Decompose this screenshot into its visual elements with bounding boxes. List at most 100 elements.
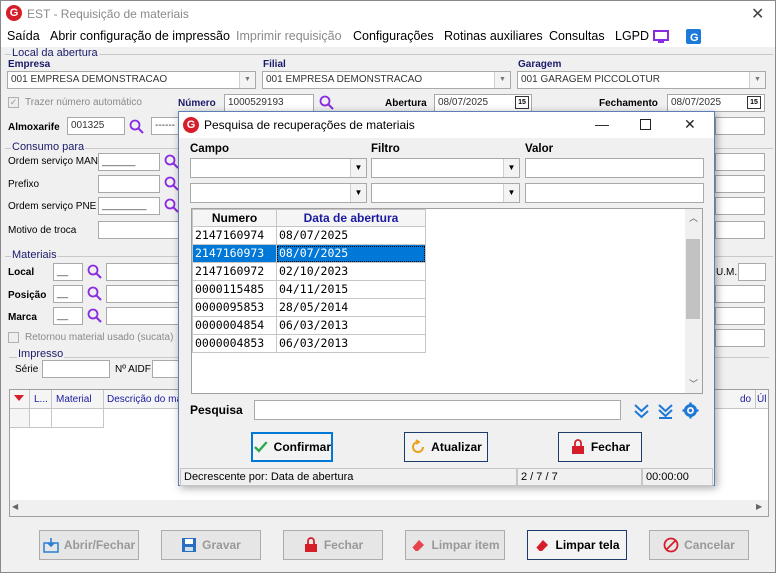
search-icon[interactable] (319, 95, 335, 111)
col-descricao[interactable]: Descrição do mat (107, 394, 185, 405)
campo-select-1[interactable]: ▼ (190, 158, 367, 178)
col-local[interactable]: L... (34, 394, 48, 405)
result-numero-cell[interactable]: 0000115485 (192, 281, 277, 299)
gear-icon[interactable] (682, 402, 699, 419)
menu-abrir-config-impressao[interactable]: Abrir configuração de impressão (50, 29, 230, 43)
consumo-extra-field-2 (715, 175, 765, 193)
table-cell[interactable] (52, 409, 104, 428)
filtro-select-1[interactable]: ▼ (371, 158, 520, 178)
menu-configuracoes[interactable]: Configurações (353, 29, 434, 43)
menu-saida[interactable]: Saída (7, 29, 40, 43)
filial-select[interactable]: 001 EMPRESA DEMONSTRACAO ▼ (262, 71, 511, 89)
result-data-cell[interactable]: 02/10/2023 (276, 263, 426, 281)
result-data-cell[interactable]: 08/07/2025 (276, 245, 426, 263)
search-icon[interactable] (87, 264, 103, 280)
expand-all-icon[interactable] (657, 403, 674, 419)
search-icon[interactable] (87, 308, 103, 324)
chevron-down-icon: ▼ (503, 159, 519, 177)
empresa-select[interactable]: 001 EMPRESA DEMONSTRACAO ▼ (7, 71, 256, 89)
result-numero-cell[interactable]: 2147160972 (192, 263, 277, 281)
monitor-icon[interactable] (653, 30, 669, 44)
trazer-numero-checkbox[interactable]: ✓ (8, 97, 19, 108)
svg-text:G: G (690, 32, 699, 44)
lock-icon (571, 439, 584, 454)
check-icon (254, 441, 268, 453)
motivo-troca-field[interactable] (98, 221, 183, 239)
almoxarife-extra-field (715, 117, 765, 135)
pesquisa-input[interactable] (254, 400, 621, 420)
results-grid[interactable]: Numero Data de abertura 2147160974 08/07/… (191, 208, 703, 394)
horizontal-scrollbar[interactable]: ◀ ▶ (10, 500, 768, 516)
result-numero-cell[interactable]: 0000004854 (192, 317, 277, 335)
col-data-abertura[interactable]: Data de abertura (276, 209, 426, 227)
os-pne-field[interactable]: ________ (98, 197, 160, 215)
consumo-extra-field-1 (715, 153, 765, 171)
col-ultimo[interactable]: Úl (757, 394, 766, 405)
numero-field[interactable]: 1000529193 (224, 94, 314, 112)
calendar-icon[interactable]: 15 (747, 96, 761, 109)
os-pne-label: Ordem serviço PNE (8, 201, 97, 212)
retornou-sucata-checkbox[interactable] (8, 332, 19, 343)
chevron-right-icon[interactable]: ▶ (756, 502, 762, 511)
eraser-icon (536, 540, 549, 552)
motivo-troca-label: Motivo de troca (8, 225, 77, 236)
status-time: 00:00:00 (642, 468, 713, 486)
menu-rotinas-auxiliares[interactable]: Rotinas auxiliares (444, 29, 543, 43)
marca-field[interactable]: __ (53, 307, 83, 325)
menu-lgpd[interactable]: LGPD (615, 29, 649, 43)
chevron-down-icon: ▼ (239, 72, 255, 88)
scrollbar-thumb[interactable] (686, 239, 700, 319)
download-icon (43, 538, 59, 553)
calendar-icon[interactable]: 15 (515, 96, 529, 109)
minimize-icon[interactable]: — (595, 116, 609, 132)
local-field[interactable]: __ (53, 263, 83, 281)
result-data-cell[interactable]: 06/03/2013 (276, 317, 426, 335)
close-icon[interactable]: ✕ (684, 116, 696, 133)
prefixo-field[interactable] (98, 175, 160, 193)
maximize-icon[interactable] (640, 119, 651, 130)
trazer-numero-label: Trazer número automático (25, 97, 142, 108)
col-numero[interactable]: Numero (192, 209, 277, 227)
vertical-scrollbar[interactable]: ︿ ﹀ (685, 209, 702, 393)
menu-consultas[interactable]: Consultas (549, 29, 605, 43)
filtro-select-2[interactable]: ▼ (371, 183, 520, 203)
almoxarife-field[interactable]: 001325 (67, 117, 125, 135)
col-do[interactable]: do (740, 394, 751, 405)
confirmar-button[interactable]: Confirmar (251, 432, 333, 462)
campo-select-2[interactable]: ▼ (190, 183, 367, 203)
fechar-dialog-button[interactable]: Fechar (558, 432, 642, 462)
chevron-down-icon: ▼ (494, 72, 510, 88)
posicao-field[interactable]: __ (53, 285, 83, 303)
os-man-field[interactable]: ______ (98, 153, 160, 171)
result-data-cell[interactable]: 08/07/2025 (276, 227, 426, 245)
serie-field[interactable] (42, 360, 110, 378)
window-close-button[interactable]: ✕ (751, 4, 764, 24)
result-data-cell[interactable]: 28/05/2014 (276, 299, 426, 317)
garagem-select[interactable]: 001 GARAGEM PICCOLOTUR ▼ (517, 71, 766, 89)
gravar-button: Gravar (161, 530, 261, 560)
window-title: EST - Requisição de materiais (27, 7, 189, 21)
serie-label: Série (15, 364, 39, 375)
result-numero-cell[interactable]: 2147160974 (192, 227, 277, 245)
valor-field-1[interactable] (525, 158, 704, 178)
search-icon[interactable] (87, 286, 103, 302)
chevron-up-icon[interactable]: ︿ (689, 211, 698, 224)
search-icon[interactable] (129, 119, 145, 135)
chevron-down-icon[interactable]: ﹀ (689, 377, 698, 390)
limpar-tela-button[interactable]: Limpar tela (527, 530, 627, 560)
atualizar-button[interactable]: Atualizar (404, 432, 488, 462)
result-numero-cell[interactable]: 0000004853 (192, 335, 277, 353)
col-material[interactable]: Material (56, 394, 92, 405)
cancel-icon (663, 537, 679, 553)
chevron-left-icon[interactable]: ◀ (12, 502, 18, 511)
result-data-cell[interactable]: 06/03/2013 (276, 335, 426, 353)
result-numero-cell[interactable]: 2147160973 (192, 245, 277, 263)
valor-field-2[interactable] (525, 183, 704, 203)
expand-down-icon[interactable] (633, 403, 650, 419)
result-numero-cell[interactable]: 0000095853 (192, 299, 277, 317)
menu-bar: Saída Abrir configuração de impressão Im… (1, 27, 775, 47)
result-data-cell[interactable]: 04/11/2015 (276, 281, 426, 299)
table-cell[interactable] (30, 409, 52, 428)
refresh-icon (412, 439, 425, 453)
app-help-icon[interactable]: G (686, 29, 701, 44)
